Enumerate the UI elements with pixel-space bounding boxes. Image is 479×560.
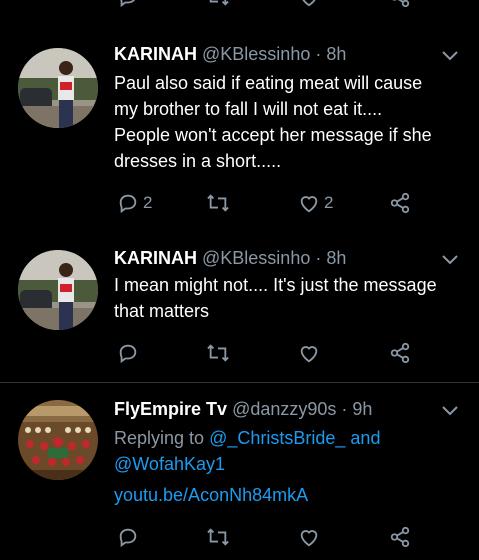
caret-down-icon[interactable]	[441, 254, 459, 266]
reply-icon	[119, 344, 137, 364]
author-name[interactable]: KARINAH	[114, 44, 197, 64]
tweet-line: dresses in a short.....	[114, 151, 282, 171]
reply-count: 2	[143, 193, 153, 212]
like-icon	[300, 530, 318, 547]
retweet-icon	[207, 194, 229, 212]
like-button[interactable]	[298, 342, 320, 364]
reply-icon	[119, 194, 137, 214]
reply-icon	[120, 0, 136, 8]
reply-context: Replying to @_ChristsBride_ and @WofahKa…	[114, 425, 469, 477]
mention-link[interactable]: @_ChristsBride_	[209, 428, 345, 448]
timestamp: · 8h	[315, 248, 347, 268]
retweet-button[interactable]	[206, 526, 230, 548]
avatar[interactable]	[18, 48, 98, 128]
prev-retweet-button[interactable]	[206, 0, 230, 8]
share-button[interactable]	[388, 342, 412, 364]
like-icon	[300, 196, 318, 213]
like-icon	[302, 0, 316, 7]
author-handle[interactable]: @danzzy90s	[232, 399, 336, 419]
reply-button[interactable]: 2	[117, 192, 152, 214]
and-link[interactable]: and	[350, 428, 380, 448]
like-count: 2	[324, 193, 334, 212]
avatar[interactable]	[18, 250, 98, 330]
author-handle[interactable]: @KBlessinho	[202, 44, 310, 64]
retweet-icon	[209, 0, 229, 6]
avatar[interactable]	[18, 400, 98, 480]
author-name[interactable]: FlyEmpire Tv	[114, 399, 227, 419]
reply-button[interactable]	[117, 526, 139, 548]
tweet-header: KARINAH @KBlessinho · 8h	[114, 248, 346, 269]
retweet-icon	[207, 344, 229, 362]
replying-to-label: Replying to	[114, 428, 205, 448]
share-icon	[390, 342, 410, 364]
retweet-icon	[207, 528, 229, 546]
prev-share-button[interactable]	[388, 0, 412, 8]
tweet-header: KARINAH @KBlessinho · 8h	[114, 44, 346, 65]
tweet-line: Paul also said if eating meat will cause	[114, 73, 423, 93]
author-name[interactable]: KARINAH	[114, 248, 197, 268]
share-icon	[392, 0, 410, 8]
caret-down-icon[interactable]	[441, 50, 459, 62]
prev-like-button[interactable]	[298, 0, 320, 8]
like-button[interactable]	[298, 526, 320, 548]
reply-icon	[119, 528, 137, 548]
tweet-line: that matters	[114, 301, 210, 321]
tweet-line: People won't accept her message if she	[114, 125, 432, 145]
prev-reply-button[interactable]	[117, 0, 139, 8]
like-icon	[300, 346, 318, 363]
author-handle[interactable]: @KBlessinho	[202, 248, 310, 268]
timestamp: · 8h	[315, 44, 347, 64]
tweet-header: FlyEmpire Tv @danzzy90s · 9h	[114, 399, 372, 420]
retweet-button[interactable]	[206, 342, 230, 364]
retweet-button[interactable]	[206, 192, 230, 214]
caret-down-icon[interactable]	[441, 405, 459, 417]
share-button[interactable]	[388, 526, 412, 548]
tweet-text: youtu.be/AconNh84mkA	[114, 482, 469, 508]
mention-link[interactable]: @WofahKay1	[114, 454, 225, 474]
divider	[0, 382, 479, 383]
tweet-text: Paul also said if eating meat will cause…	[114, 70, 469, 174]
share-button[interactable]	[388, 192, 412, 214]
tweet-text: I mean might not.... It's just the messa…	[114, 272, 469, 324]
url-link[interactable]: youtu.be/AconNh84mkA	[114, 485, 308, 505]
reply-button[interactable]	[117, 342, 139, 364]
tweet-line: my brother to fall I will not eat it....	[114, 99, 383, 119]
share-icon	[390, 526, 410, 548]
timestamp: · 9h	[341, 399, 373, 419]
tweet-line: I mean might not.... It's just the messa…	[114, 275, 437, 295]
share-icon	[390, 192, 410, 214]
like-button[interactable]: 2	[298, 192, 333, 214]
